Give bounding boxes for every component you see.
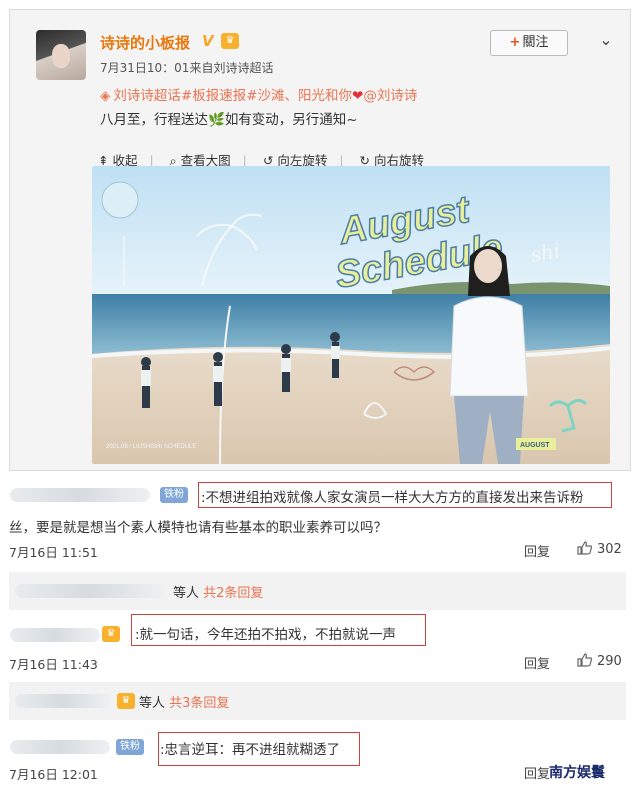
reply-button[interactable]: 回复: [524, 653, 550, 672]
like-button[interactable]: 290: [577, 653, 622, 669]
post-meta: 7月31日10：01来自刘诗诗超话: [100, 61, 274, 75]
photo-signature: shi: [529, 238, 562, 267]
subreply-names: [15, 694, 111, 708]
avatar[interactable]: [36, 30, 86, 80]
like-button[interactable]: 302: [577, 541, 622, 557]
comment-text: :就一句话，今年还拍不拍戏，不拍就说一声: [135, 627, 397, 643]
topic-icon: ◈: [100, 88, 111, 104]
subreply-summary: 等人 共3条回复: [139, 696, 230, 711]
commenter-name[interactable]: [10, 740, 110, 754]
chevron-down-icon[interactable]: ⌄: [596, 30, 616, 50]
follow-button[interactable]: + 關注: [490, 30, 568, 56]
comment-item: 铁粉 :忠言逆耳：再不进组就糊透了 7月16日 12:01 回复: [0, 728, 641, 792]
comment-time: 7月16日 11:43: [9, 657, 98, 672]
leaf-icon: 🌿: [208, 112, 225, 128]
thumbs-up-icon: [577, 653, 593, 667]
mention-link[interactable]: @刘诗诗: [363, 88, 417, 104]
photo-footer-badge: AUGUST: [520, 442, 550, 449]
subreply-bar[interactable]: 等人 共2条回复: [9, 572, 626, 610]
reply-button[interactable]: 回复: [524, 541, 550, 560]
post-image[interactable]: August Schedule shi 2021.08 / LIUSHISHI …: [92, 166, 610, 464]
post-text-line2: 八月至，行程送达🌿如有变动，另行通知~: [100, 112, 358, 128]
photo-footer: 2021.08 / LIUSHISHI SCHEDULE: [106, 444, 196, 450]
comment-text: :忠言逆耳：再不进组就糊透了: [160, 742, 341, 758]
commenter-name[interactable]: [10, 628, 100, 642]
subreply-names: [15, 584, 165, 598]
comment-time: 7月16日 11:51: [9, 545, 98, 560]
plus-icon: +: [509, 35, 521, 50]
post-text-line1: ◈ 刘诗诗超话#板报速报#沙滩、阳光和你❤@刘诗诗: [100, 84, 417, 104]
fan-medal-icon: ♛: [221, 33, 239, 49]
iron-fan-badge: 铁粉: [160, 487, 188, 503]
iron-fan-badge: 铁粉: [116, 739, 144, 755]
comment-item: ♛ :就一句话，今年还拍不拍戏，不拍就说一声 7月16日 11:43 回复 29…: [0, 612, 641, 676]
commenter-name[interactable]: [10, 488, 150, 502]
comment-item: 铁粉 :不想进组拍戏就像人家女演员一样大大方方的直接发出来告诉粉 丝，要是就是想…: [0, 474, 641, 570]
reply-button[interactable]: 回复: [524, 763, 550, 782]
comment-time: 7月16日 12:01: [9, 767, 98, 782]
comment-list: 铁粉 :不想进组拍戏就像人家女演员一样大大方方的直接发出来告诉粉 丝，要是就是想…: [0, 474, 641, 792]
username[interactable]: 诗诗的小板报: [100, 32, 190, 53]
subreply-bar[interactable]: ♛ 等人 共3条回复: [9, 682, 626, 720]
heart-icon: ❤: [352, 88, 364, 104]
comment-text-cont: 丝，要是就是想当个素人模特也请有些基本的职业素养可以吗？: [9, 520, 387, 536]
watermark: 南方娱鬟: [549, 765, 605, 781]
fan-medal-icon: ♛: [102, 626, 120, 642]
post-header: 诗诗的小板报 V ♛ 7月31日10：01来自刘诗诗超话 + 關注 ⌄ ◈ 刘诗诗超…: [36, 26, 616, 170]
fan-medal-icon: ♛: [117, 693, 135, 709]
topic-link[interactable]: 刘诗诗超话: [113, 88, 181, 104]
hashtag-link[interactable]: #板报速报#沙滩、阳光和你: [181, 88, 352, 104]
subreply-summary: 等人 共2条回复: [173, 586, 264, 601]
comment-text: :不想进组拍戏就像人家女演员一样大大方方的直接发出来告诉粉: [201, 490, 584, 506]
verified-icon: V: [202, 32, 214, 50]
weibo-post-card: 诗诗的小板报 V ♛ 7月31日10：01来自刘诗诗超话 + 關注 ⌄ ◈ 刘诗诗超…: [9, 9, 631, 471]
thumbs-up-icon: [577, 541, 593, 555]
